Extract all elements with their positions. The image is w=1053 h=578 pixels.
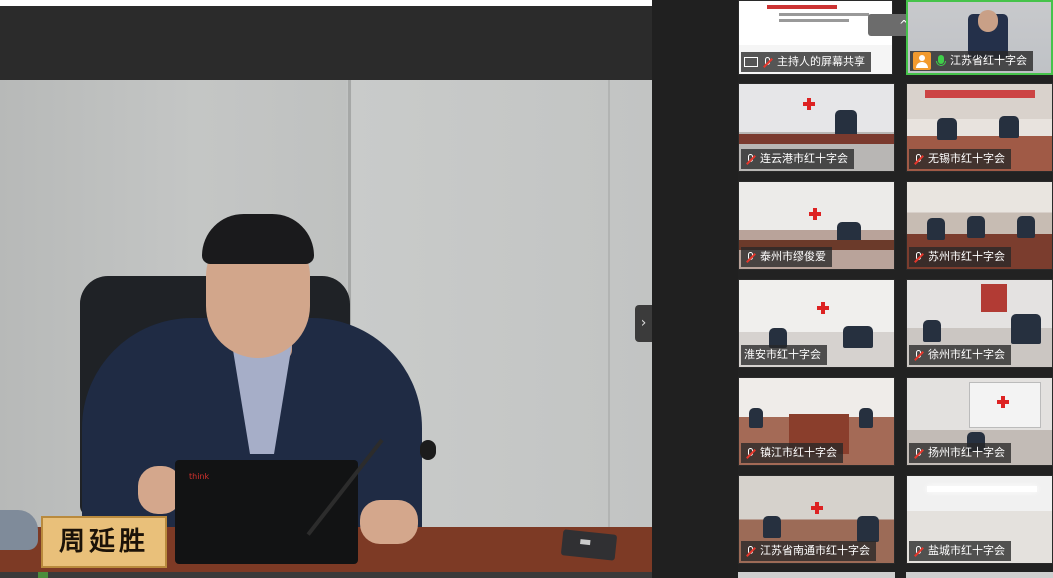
top-bar	[0, 0, 652, 80]
tile-jiangsu-red-cross[interactable]: 江苏省红十字会	[906, 0, 1053, 75]
participant-name: 泰州市缪俊爱	[760, 250, 826, 263]
speaker-nameplate: 周延胜	[41, 516, 167, 568]
participant-figure	[859, 408, 873, 428]
mic-muted-icon	[912, 349, 925, 362]
participant-figure	[857, 516, 879, 542]
tile-label: 江苏省南通市红十字会	[741, 541, 876, 561]
participant-name: 无锡市红十字会	[928, 152, 1005, 165]
participant-figure	[763, 516, 781, 538]
tile-nantong[interactable]: 江苏省南通市红十字会	[738, 475, 895, 564]
mic-muted-icon	[744, 153, 757, 166]
participant-figure	[967, 216, 985, 238]
tile-huaian[interactable]: 淮安市红十字会	[738, 279, 895, 368]
speaker-hair	[202, 214, 314, 264]
wall-seam	[608, 80, 610, 572]
top-edge	[0, 0, 652, 6]
phone-on-desk	[560, 529, 618, 561]
mic-muted-icon	[744, 251, 757, 264]
tile-label: 无锡市红十字会	[909, 149, 1011, 169]
tile-label: 泰州市缪俊爱	[741, 247, 832, 267]
tile-suzhou[interactable]: 苏州市红十字会	[906, 181, 1053, 270]
tile-zhenjiang[interactable]: 镇江市红十字会	[738, 377, 895, 466]
red-cross-logo	[997, 396, 1009, 408]
participant-name: 苏州市红十字会	[928, 250, 1005, 263]
participant-figure	[927, 218, 945, 240]
next-tile-edge	[906, 572, 1053, 578]
desk-object	[0, 510, 38, 550]
participant-figure	[843, 326, 873, 348]
bottom-strip	[0, 572, 652, 578]
laptop-logo: think	[189, 472, 210, 481]
slide-text	[767, 5, 837, 9]
participant-name: 淮安市红十字会	[744, 348, 821, 361]
mic-muted-icon	[912, 153, 925, 166]
participant-name: 江苏省南通市红十字会	[760, 544, 870, 557]
conference-table	[739, 134, 894, 144]
participant-figure	[835, 110, 857, 136]
participant-figure	[1011, 314, 1041, 344]
tile-label: 徐州市红十字会	[909, 345, 1011, 365]
laptop: think	[175, 460, 358, 564]
tile-yangzhou[interactable]: 扬州市红十字会	[906, 377, 1053, 466]
tile-taizhou[interactable]: 泰州市缪俊爱	[738, 181, 895, 270]
participant-name: 盐城市红十字会	[928, 544, 1005, 557]
participant-figure	[999, 116, 1019, 138]
gallery-gutter	[652, 0, 738, 578]
slide-text	[779, 13, 869, 16]
speaker-video[interactable]: think 周延胜	[0, 80, 652, 572]
tile-label: 主持人的屏幕共享	[741, 52, 871, 72]
tile-label: 连云港市红十字会	[741, 149, 854, 169]
participant-figure	[923, 320, 941, 342]
red-cross-banner	[981, 284, 1007, 312]
screen-share-icon	[744, 57, 758, 67]
participant-name: 主持人的屏幕共享	[777, 55, 865, 68]
person-icon	[913, 52, 931, 70]
tile-label: 江苏省红十字会	[910, 51, 1033, 71]
participant-figure	[1017, 216, 1035, 238]
tile-label: 苏州市红十字会	[909, 247, 1011, 267]
participant-head	[978, 10, 998, 32]
participant-name: 连云港市红十字会	[760, 152, 848, 165]
tile-lianyungang[interactable]: 连云港市红十字会	[738, 83, 895, 172]
mic-muted-icon	[744, 545, 757, 558]
ceiling-light	[927, 486, 1037, 492]
collapse-panel-button[interactable]: ›	[635, 305, 652, 342]
tile-label: 扬州市红十字会	[909, 443, 1011, 463]
main-video-area: think 周延胜	[0, 0, 652, 578]
tile-label: 镇江市红十字会	[741, 443, 843, 463]
participant-name: 扬州市红十字会	[928, 446, 1005, 459]
next-tile-edge	[738, 572, 895, 578]
slide-text	[779, 19, 849, 22]
participant-name: 江苏省红十字会	[950, 54, 1027, 67]
tile-label: 盐城市红十字会	[909, 541, 1011, 561]
chevron-right-icon: ›	[640, 315, 647, 331]
red-cross-logo	[809, 208, 821, 220]
tile-xuzhou[interactable]: 徐州市红十字会	[906, 279, 1053, 368]
mic-muted-icon	[744, 447, 757, 460]
speaker-hand	[360, 500, 418, 544]
participant-name: 镇江市红十字会	[760, 446, 837, 459]
mic-muted-icon	[912, 447, 925, 460]
tile-yancheng[interactable]: 盐城市红十字会	[906, 475, 1053, 564]
red-cross-logo	[817, 302, 829, 314]
mic-on-icon	[934, 54, 947, 68]
mic-muted-icon	[761, 56, 774, 69]
banner	[925, 90, 1035, 98]
red-cross-logo	[811, 502, 823, 514]
mic-muted-icon	[912, 545, 925, 558]
red-cross-logo	[803, 98, 815, 110]
participant-name: 徐州市红十字会	[928, 348, 1005, 361]
participant-figure	[937, 118, 957, 140]
microphone-icon	[420, 440, 436, 460]
tile-wuxi[interactable]: 无锡市红十字会	[906, 83, 1053, 172]
tile-label: 淮安市红十字会	[741, 345, 827, 365]
participant-figure	[749, 408, 763, 428]
mic-muted-icon	[912, 251, 925, 264]
tile-screen-share[interactable]: 主持人的屏幕共享	[738, 0, 893, 75]
